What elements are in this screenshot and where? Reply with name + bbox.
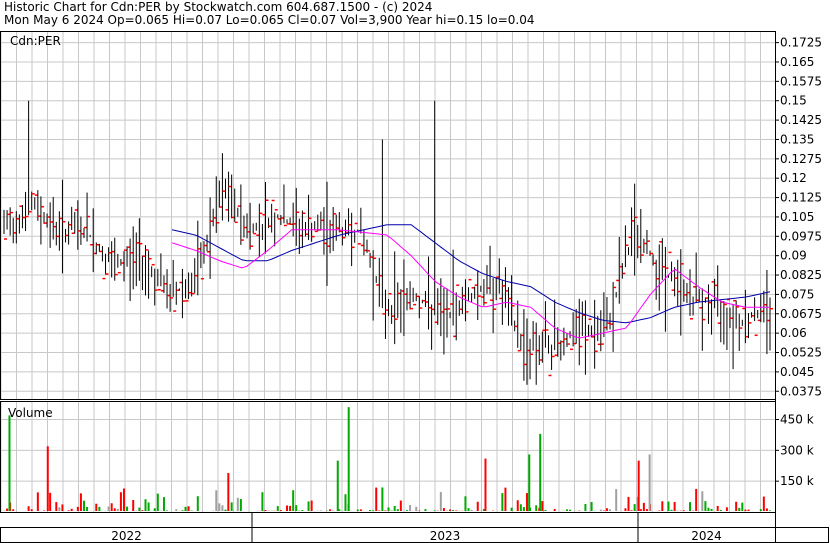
y-tick-label: 0.1725 bbox=[780, 36, 822, 50]
y-tick-label: 0.15 bbox=[780, 94, 807, 108]
chart-canvas: 0.1725 0.165 0.1575 0.15 0.1425 0.135 0.1275 0.… bbox=[0, 31, 829, 543]
x-tick-label: 2024 bbox=[691, 529, 722, 543]
price-panel-label: Cdn:PER bbox=[10, 34, 61, 48]
y-tick-label: 0.075 bbox=[780, 287, 814, 301]
y-tick-label: 0.1575 bbox=[780, 74, 822, 88]
volume-bars bbox=[3, 407, 771, 511]
x-tick-label: 2023 bbox=[430, 529, 461, 543]
y-tick-label: 0.12 bbox=[780, 171, 807, 185]
y-tick-label: 0.0675 bbox=[780, 307, 822, 321]
y-tick-label: 0.105 bbox=[780, 210, 814, 224]
y-tick-label: 0.1125 bbox=[780, 191, 822, 205]
volume-tick-label: 450 k bbox=[780, 413, 814, 427]
volume-tick-label: 300 k bbox=[780, 443, 814, 457]
y-tick-label: 0.1275 bbox=[780, 152, 822, 166]
y-tick-label: 0.0975 bbox=[780, 229, 822, 243]
volume-tick-label: 150 k bbox=[780, 474, 814, 488]
y-tick-label: 0.0525 bbox=[780, 346, 822, 360]
y-tick-label: 0.135 bbox=[780, 132, 814, 146]
stock-chart: Historic Chart for Cdn:PER by Stockwatch… bbox=[0, 0, 830, 543]
volume-panel-label: Volume bbox=[8, 406, 53, 420]
x-tick-label: 2022 bbox=[111, 529, 142, 543]
y-tick-label: 0.09 bbox=[780, 249, 807, 263]
y-tick-label: 0.1425 bbox=[780, 113, 822, 127]
y-tick-label: 0.0375 bbox=[780, 384, 822, 398]
y-tick-label: 0.0825 bbox=[780, 268, 822, 282]
y-tick-label: 0.06 bbox=[780, 326, 807, 340]
y-tick-label: 0.045 bbox=[780, 365, 814, 379]
y-tick-label: 0.165 bbox=[780, 55, 814, 69]
